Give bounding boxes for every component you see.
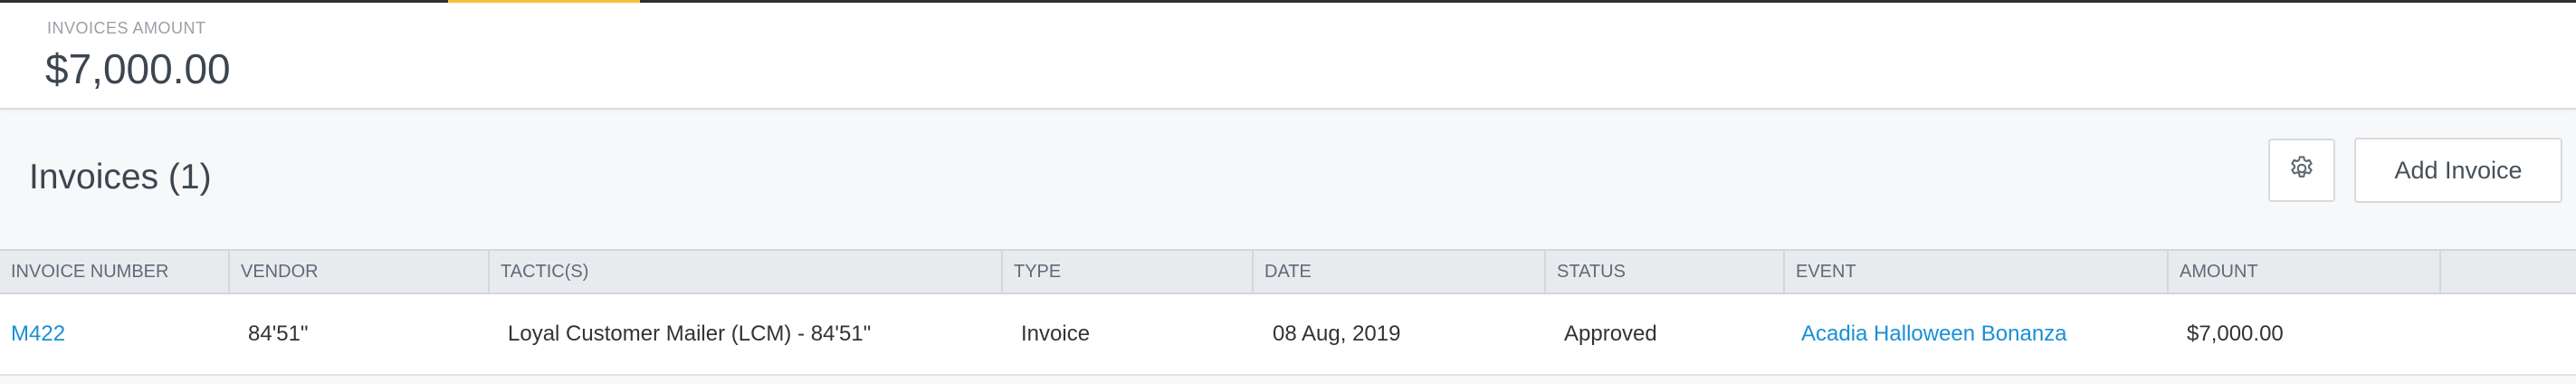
invoice-summary-panel: INVOICES AMOUNT $7,000.00 xyxy=(0,3,2576,110)
type-cell: Invoice xyxy=(1021,322,1091,346)
tactics-cell: Loyal Customer Mailer (LCM) - 84'51" xyxy=(508,322,872,346)
table-row: M422 84'51" Loyal Customer Mailer (LCM) … xyxy=(0,294,2576,376)
column-header-type[interactable]: TYPE xyxy=(1003,251,1254,293)
column-header-actions xyxy=(2441,251,2576,293)
summary-amount: $7,000.00 xyxy=(45,45,231,92)
settings-button[interactable] xyxy=(2268,139,2335,202)
vendor-cell: 84'51" xyxy=(248,322,309,346)
add-invoice-button[interactable]: Add Invoice xyxy=(2354,138,2562,203)
summary-label: INVOICES AMOUNT xyxy=(47,19,206,37)
section-title: Invoices (1) xyxy=(29,158,212,197)
column-header-date[interactable]: DATE xyxy=(1254,251,1546,293)
invoice-number-link[interactable]: M422 xyxy=(0,294,65,374)
invoices-table: INVOICE NUMBER VENDOR TACTIC(S) TYPE DAT… xyxy=(0,249,2576,376)
event-link[interactable]: Acadia Halloween Bonanza xyxy=(1790,294,2067,374)
status-cell: Approved xyxy=(1564,322,1657,346)
column-header-status[interactable]: STATUS xyxy=(1546,251,1785,293)
gear-icon xyxy=(2287,154,2316,187)
table-header: INVOICE NUMBER VENDOR TACTIC(S) TYPE DAT… xyxy=(0,249,2576,294)
column-header-amount[interactable]: AMOUNT xyxy=(2169,251,2441,293)
table-body: M422 84'51" Loyal Customer Mailer (LCM) … xyxy=(0,294,2576,376)
column-header-invoice-number[interactable]: INVOICE NUMBER xyxy=(0,251,230,293)
amount-cell: $7,000.00 xyxy=(2187,322,2284,346)
column-header-tactics[interactable]: TACTIC(S) xyxy=(490,251,1003,293)
column-header-vendor[interactable]: VENDOR xyxy=(230,251,490,293)
date-cell: 08 Aug, 2019 xyxy=(1273,322,1401,346)
column-header-event[interactable]: EVENT xyxy=(1785,251,2169,293)
